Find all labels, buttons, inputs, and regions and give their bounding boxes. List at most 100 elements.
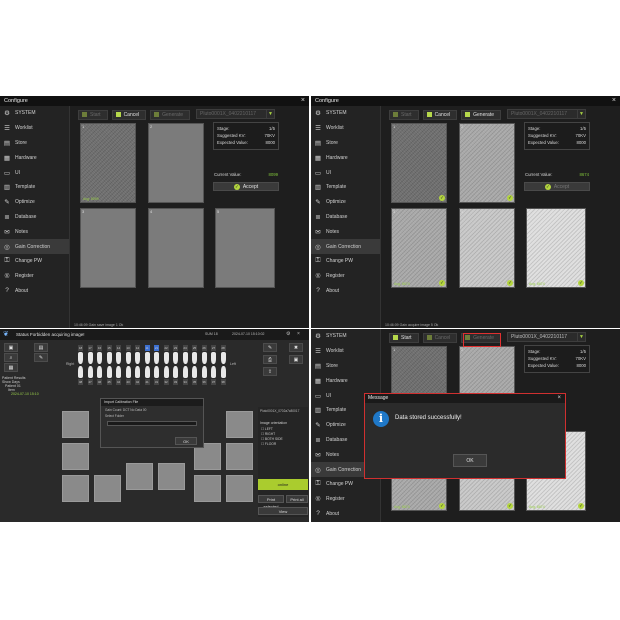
image-slot[interactable]	[226, 443, 253, 470]
sidebar-item-about[interactable]: ? About	[0, 284, 69, 299]
image-slot[interactable]	[62, 475, 89, 502]
image-slot[interactable]	[226, 475, 253, 502]
tooth-number[interactable]: 31	[154, 379, 159, 385]
tooth-lower[interactable]	[106, 366, 112, 378]
tree-item[interactable]: 2024-07-10 15:10	[2, 392, 58, 396]
gain-image-tile-2[interactable]: 2	[148, 123, 204, 203]
tooth-number[interactable]: 27	[211, 345, 216, 351]
tooth-upper[interactable]	[173, 352, 178, 364]
tooth-number[interactable]: 28	[220, 345, 226, 351]
tooth-upper[interactable]	[154, 352, 159, 364]
tooth-number[interactable]: 46	[97, 379, 102, 385]
gain-image-tile-4[interactable]: 4	[148, 208, 204, 288]
sidebar-item-worklist[interactable]: ☰ Worklist	[311, 344, 380, 359]
tooth-upper[interactable]	[97, 352, 102, 364]
sidebar-item-store[interactable]: ▤ Store	[311, 136, 380, 151]
tooth-number[interactable]: 34	[182, 379, 188, 385]
tooth-number[interactable]: 43	[125, 379, 131, 385]
chevron-down-icon[interactable]: ▼	[266, 109, 275, 119]
delete-icon[interactable]: ✖	[289, 343, 303, 352]
tooth-number[interactable]: 26	[201, 345, 207, 351]
tooth-number[interactable]: 13	[125, 345, 131, 351]
image-slot[interactable]	[94, 475, 121, 502]
tooth-lower[interactable]	[144, 366, 150, 378]
tooth-upper[interactable]	[201, 352, 207, 364]
tooth-lower[interactable]	[220, 366, 226, 378]
sidebar-item-system[interactable]: ⚙ SYSTEM	[311, 329, 380, 344]
image-tool-icon[interactable]: ▣	[4, 343, 18, 352]
gain-image-tile-1[interactable]: 1 ✓	[391, 123, 447, 203]
tooth-number[interactable]: 32	[163, 379, 169, 385]
gain-image-tile-3[interactable]: 3	[80, 208, 136, 288]
tooth-number[interactable]: 11	[144, 345, 150, 351]
gain-image-tile-4[interactable]: 4 ✓	[459, 208, 515, 288]
sidebar-item-about[interactable]: ? About	[311, 284, 380, 299]
tooth-number[interactable]: 48	[78, 379, 83, 385]
sidebar-item-database[interactable]: ≣ Database	[311, 210, 380, 225]
image-tool-icon-2[interactable]: ▤	[34, 343, 48, 352]
start-button[interactable]: Start	[389, 332, 419, 343]
detector-select[interactable]: Pluto0001X_0402210117	[196, 109, 272, 119]
close-icon[interactable]: ×	[301, 96, 305, 106]
sidebar-item-change-pw[interactable]: ⚿ Change PW	[311, 254, 380, 269]
tooth-lower[interactable]	[192, 366, 197, 378]
tooth-number[interactable]: 23	[173, 345, 178, 351]
tooth-lower[interactable]	[125, 366, 131, 378]
accept-button[interactable]: ✓ Accept	[213, 182, 279, 191]
online-button[interactable]: online	[258, 479, 308, 490]
sidebar-item-notes[interactable]: ✉ Notes	[0, 224, 69, 239]
start-button[interactable]: Start	[78, 109, 108, 120]
tooth-lower[interactable]	[201, 366, 207, 378]
sidebar-item-store[interactable]: ▤ Store	[0, 136, 69, 151]
cancel-button[interactable]: Cancel	[422, 109, 458, 120]
cancel-button[interactable]: Cancel	[422, 332, 458, 343]
sidebar-item-register[interactable]: ® Register	[311, 492, 380, 507]
tooth-number[interactable]: 42	[135, 379, 140, 385]
gain-image-tile-2[interactable]: 2 ✓	[459, 123, 515, 203]
tooth-lower[interactable]	[182, 366, 188, 378]
tooth-lower[interactable]	[135, 366, 140, 378]
tooth-number[interactable]: 12	[135, 345, 140, 351]
edit-icon[interactable]: ✎	[263, 343, 277, 352]
tooth-upper[interactable]	[182, 352, 188, 364]
sidebar-item-gain-correction[interactable]: ◎ Gain Correction	[0, 239, 69, 254]
tooth-lower[interactable]	[173, 366, 178, 378]
view-button[interactable]: View	[258, 507, 308, 515]
gain-image-tile-1[interactable]: 1 Avg: 8099	[80, 123, 136, 203]
sidebar-item-hardware[interactable]: ▦ Hardware	[311, 150, 380, 165]
tooth-upper[interactable]	[192, 352, 197, 364]
detector-select[interactable]: Pluto0001X_0402210117	[507, 109, 583, 119]
sidebar-item-template[interactable]: ▥ Template	[0, 180, 69, 195]
tooth-upper[interactable]	[78, 352, 83, 364]
close-icon[interactable]: ×	[297, 329, 300, 340]
tooth-lower[interactable]	[78, 366, 83, 378]
tooth-upper[interactable]	[125, 352, 131, 364]
tooth-upper[interactable]	[106, 352, 112, 364]
sidebar-item-system[interactable]: ⚙ SYSTEM	[311, 106, 380, 121]
tooth-number[interactable]: 38	[220, 379, 226, 385]
tooth-number[interactable]: 24	[182, 345, 188, 351]
settings-icon[interactable]: ⚙	[286, 329, 290, 340]
tooth-upper[interactable]	[116, 352, 121, 364]
tooth-number[interactable]: 21	[154, 345, 159, 351]
tooth-lower[interactable]	[163, 366, 169, 378]
start-button[interactable]: Start	[389, 109, 419, 120]
tooth-lower[interactable]	[154, 366, 159, 378]
tooth-lower[interactable]	[97, 366, 102, 378]
gain-image-tile-5[interactable]: 5	[215, 208, 275, 288]
tooth-lower[interactable]	[116, 366, 121, 378]
dialog-ok-button[interactable]: OK	[175, 437, 197, 445]
image-slot[interactable]	[226, 411, 253, 438]
gain-image-tile-5[interactable]: 5 Avg: 8674 ✓	[526, 208, 586, 288]
zoom-icon[interactable]: ⌕	[4, 353, 18, 362]
chevron-down-icon[interactable]: ▼	[577, 332, 586, 342]
sidebar-item-change-pw[interactable]: ⚿ Change PW	[311, 477, 380, 492]
tooth-number[interactable]: 17	[87, 345, 93, 351]
sidebar-item-change-pw[interactable]: ⚿ Change PW	[0, 254, 69, 269]
tooth-number[interactable]: 22	[163, 345, 169, 351]
tooth-number[interactable]: 18	[78, 345, 83, 351]
orientation-option[interactable]: ☐ FLOOR	[258, 442, 308, 447]
cancel-button[interactable]: Cancel	[111, 109, 147, 120]
image-slot[interactable]	[158, 463, 185, 490]
image-slot[interactable]	[194, 475, 221, 502]
